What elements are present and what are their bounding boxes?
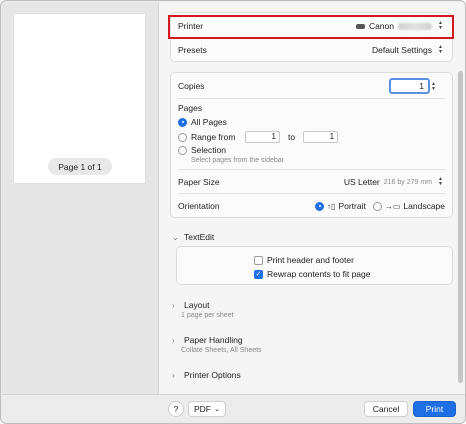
paper-handling-subtitle: Collate Sheets, All Sheets bbox=[181, 347, 262, 354]
divider bbox=[178, 98, 445, 99]
range-end-field[interactable]: 1 bbox=[303, 131, 339, 143]
rewrap-label: Rewrap contents to fit page bbox=[267, 269, 371, 279]
layout-subtitle: 1 page per sheet bbox=[181, 312, 234, 319]
textedit-title: TextEdit bbox=[184, 232, 215, 242]
chevron-right-icon: › bbox=[172, 370, 175, 380]
help-button[interactable]: ? bbox=[168, 401, 184, 417]
landscape-label: Landscape bbox=[403, 201, 445, 211]
printer-options-title: Printer Options bbox=[184, 370, 241, 380]
print-header-footer-checkbox[interactable] bbox=[254, 255, 263, 265]
chevron-updown-icon: ▲ ▼ bbox=[438, 44, 443, 55]
presets-row[interactable]: Presets Default Settings ▲ ▼ bbox=[171, 41, 452, 59]
presets-value: Default Settings bbox=[371, 45, 432, 55]
range-start-field[interactable]: 1 bbox=[245, 131, 280, 143]
orientation-row: Orientation ↑▯ Portrait →▭ Landscape bbox=[171, 197, 452, 215]
selection-hint-row: Select pages from the sidebar bbox=[171, 155, 452, 165]
chevron-down-icon: ⌄ bbox=[214, 406, 220, 413]
chevron-right-icon: › bbox=[172, 300, 175, 310]
landscape-icon: →▭ bbox=[384, 201, 401, 211]
presets-label: Presets bbox=[178, 45, 207, 55]
page-indicator: Page 1 of 1 bbox=[48, 158, 112, 175]
pages-heading-row: Pages bbox=[171, 102, 452, 114]
paper-size-popup[interactable]: US Letter 216 by 279 mm ▲ ▼ bbox=[344, 177, 445, 188]
chevron-right-icon: › bbox=[172, 335, 175, 345]
selection-hint: Select pages from the sidebar bbox=[191, 156, 284, 164]
range-from-label: Range from bbox=[191, 132, 236, 142]
print-header-footer-label: Print header and footer bbox=[267, 255, 354, 265]
all-pages-radio[interactable] bbox=[178, 117, 187, 127]
selection-radio[interactable] bbox=[178, 145, 187, 155]
scrollbar[interactable] bbox=[458, 71, 463, 383]
rewrap-option[interactable]: ✓ Rewrap contents to fit page bbox=[177, 268, 452, 280]
presets-popup[interactable]: Default Settings ▲ ▼ bbox=[372, 45, 445, 56]
portrait-icon: ↑▯ bbox=[327, 201, 336, 211]
range-radio[interactable] bbox=[178, 132, 187, 142]
layout-title: Layout bbox=[184, 300, 210, 310]
portrait-label: Portrait bbox=[338, 201, 366, 211]
printer-options-section-toggle[interactable]: › Printer Options bbox=[172, 370, 241, 380]
all-pages-option[interactable]: All Pages bbox=[171, 116, 452, 128]
range-to-label: to bbox=[288, 132, 296, 142]
portrait-radio[interactable] bbox=[315, 201, 325, 211]
chevron-updown-icon: ▲ ▼ bbox=[438, 176, 443, 187]
print-button[interactable]: Print bbox=[413, 401, 456, 417]
divider bbox=[178, 193, 445, 194]
rewrap-checkbox[interactable]: ✓ bbox=[254, 269, 263, 279]
pdf-label: PDF bbox=[194, 404, 211, 414]
range-option[interactable]: Range from 1 to 1 bbox=[171, 130, 452, 144]
all-pages-label: All Pages bbox=[191, 117, 227, 127]
bottom-bar: ? PDF ⌄ Cancel Print bbox=[2, 394, 465, 423]
landscape-option[interactable]: →▭ Landscape bbox=[372, 201, 445, 211]
preview-pane: Page 1 of 1 bbox=[2, 2, 159, 394]
divider bbox=[178, 169, 445, 170]
landscape-radio[interactable] bbox=[372, 201, 382, 211]
textedit-card: Print header and footer ✓ Rewrap content… bbox=[176, 246, 453, 285]
settings-pane: Printer Canon ▲ ▼ Presets Default Setting… bbox=[159, 2, 465, 394]
copies-field[interactable]: 1 bbox=[389, 78, 430, 94]
pdf-menu-button[interactable]: PDF ⌄ bbox=[188, 401, 226, 417]
paper-size-label: Paper Size bbox=[178, 177, 220, 187]
paper-handling-title: Paper Handling bbox=[184, 335, 243, 345]
pages-label: Pages bbox=[178, 103, 203, 113]
chevron-down-icon: ⌄ bbox=[172, 232, 179, 242]
textedit-section-toggle[interactable]: ⌄ TextEdit bbox=[172, 232, 214, 242]
cancel-button[interactable]: Cancel bbox=[364, 401, 408, 417]
layout-section-toggle[interactable]: › Layout bbox=[172, 300, 210, 310]
copies-stepper-icon[interactable]: ▲ ▼ bbox=[429, 81, 438, 92]
paper-handling-section-toggle[interactable]: › Paper Handling bbox=[172, 335, 243, 345]
paper-size-value: US Letter bbox=[343, 177, 380, 187]
printer-highlight-box bbox=[168, 15, 454, 39]
print-header-footer-option[interactable]: Print header and footer bbox=[177, 254, 452, 266]
print-dialog: Page 1 of 1 Printer Canon ▲ ▼ Presets Def… bbox=[0, 0, 466, 424]
portrait-option[interactable]: ↑▯ Portrait bbox=[315, 201, 366, 211]
orientation-label: Orientation bbox=[178, 201, 220, 211]
paper-size-row[interactable]: Paper Size US Letter 216 by 279 mm ▲ ▼ bbox=[171, 173, 452, 191]
selection-label: Selection bbox=[191, 145, 226, 155]
paper-size-dimensions: 216 by 279 mm bbox=[383, 178, 432, 186]
